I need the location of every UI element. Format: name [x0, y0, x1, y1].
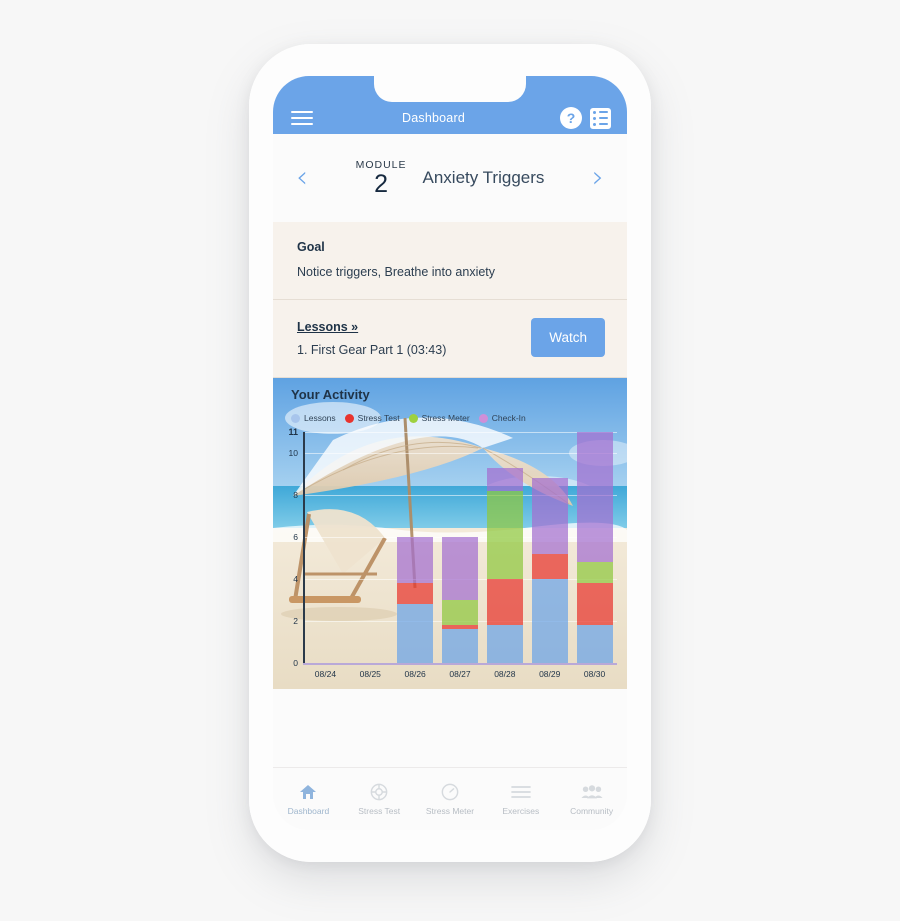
chart-bar[interactable]: [397, 537, 434, 663]
legend-item-stress-meter: Stress Meter: [408, 413, 470, 423]
chart-bar-segment: [576, 583, 613, 626]
chart-bar-segment: [397, 604, 434, 663]
chart-bar-segment: [397, 537, 434, 584]
help-glyph: ?: [566, 110, 576, 126]
legend-item-lessons: Lessons: [291, 413, 336, 423]
goal-text: Notice triggers, Breathe into anxiety: [297, 265, 496, 279]
chart-y-tick-label: 8: [293, 490, 298, 500]
chart-y-tick-label: 0: [293, 658, 298, 668]
chart-bar-segment: [531, 478, 568, 554]
legend-label: Check-In: [491, 413, 526, 423]
chart-bar-segment: [576, 432, 613, 563]
chart-y-tick-label: 11: [288, 427, 298, 437]
nav-label: Dashboard: [287, 805, 330, 816]
chart-bar-segment: [486, 579, 523, 626]
list-lines-icon: [510, 783, 531, 801]
nav-label: Stress Meter: [425, 805, 475, 816]
chart-x-tick-label: 08/26: [404, 669, 426, 679]
chart-x-tick-label: 08/25: [359, 669, 381, 679]
chart-bar[interactable]: [442, 537, 478, 663]
nav-label: Community: [570, 805, 614, 816]
people-group-icon: [581, 783, 603, 801]
lessons-section: Lessons » 1. First Gear Part 1 (03:43) W…: [273, 300, 627, 378]
chart-bar-segment: [486, 625, 523, 663]
goal-heading: Goal: [297, 240, 325, 254]
chart-bar[interactable]: [531, 478, 568, 663]
nav-item-stress-meter[interactable]: Stress Meter: [415, 783, 486, 816]
chart-bar-segment: [576, 562, 613, 584]
chart-gridline: [303, 453, 617, 454]
nav-item-stress-test[interactable]: Stress Test: [344, 783, 415, 816]
chart-x-tick-label: 08/28: [494, 669, 516, 679]
list-icon[interactable]: [590, 107, 611, 129]
app-bar: Dashboard ?: [273, 76, 627, 134]
legend-dot-icon: [344, 413, 354, 423]
module-selector: ‹ MODULE 2 Anxiety Triggers ›: [273, 134, 627, 222]
chart-bar-segment: [486, 467, 523, 491]
next-module-button[interactable]: ›: [585, 163, 611, 193]
goal-section: Goal Notice triggers, Breathe into anxie…: [273, 222, 627, 300]
app-bar-title: Dashboard: [402, 111, 465, 125]
previous-module-button[interactable]: ‹: [289, 163, 315, 193]
lifebuoy-icon: [370, 783, 388, 801]
legend-item-stress-test: Stress Test: [344, 413, 400, 423]
chart-gridline: [303, 495, 617, 496]
chart-bar-segment: [531, 579, 568, 663]
chart-title: Your Activity: [291, 387, 370, 402]
chart-bar[interactable]: [486, 467, 523, 663]
phone-notch: [374, 76, 526, 102]
nav-label: Exercises: [502, 805, 540, 816]
chart-x-axis: [303, 663, 617, 665]
chart-bar-segment: [576, 625, 613, 663]
phone-frame: Dashboard ? ‹ MODULE 2 Anxiety Triggers …: [249, 44, 651, 862]
legend-dot-icon: [408, 413, 418, 423]
lessons-link[interactable]: Lessons »: [297, 320, 358, 334]
chart-legend: Lessons Stress Test Stress Meter Check-I…: [291, 413, 526, 423]
module-number: 2: [374, 169, 388, 198]
nav-item-dashboard[interactable]: Dashboard: [273, 783, 344, 816]
chart-y-tick-label: 2: [293, 616, 298, 626]
gauge-icon: [441, 783, 459, 801]
nav-item-exercises[interactable]: Exercises: [485, 783, 556, 816]
nav-item-community[interactable]: Community: [556, 783, 627, 816]
legend-dot-icon: [478, 413, 488, 423]
chart-bar-segment: [397, 583, 434, 605]
chart-bar-segment: [442, 537, 478, 600]
chart-y-axis: [303, 432, 305, 663]
phone-screen: Dashboard ? ‹ MODULE 2 Anxiety Triggers …: [273, 76, 627, 830]
chart-bar-segment: [442, 625, 478, 630]
chart-x-tick-label: 08/24: [314, 669, 337, 679]
legend-label: Lessons: [304, 413, 336, 423]
chart-bar-segment: [531, 553, 568, 579]
legend-item-check-in: Check-In: [478, 413, 526, 423]
chart-x-tick-label: 08/29: [539, 669, 561, 679]
chart-bar[interactable]: [576, 432, 613, 663]
chart-bar-segment: [442, 629, 478, 663]
watch-button[interactable]: Watch: [531, 318, 605, 357]
chart-bar-segment: [442, 600, 478, 626]
module-title: Anxiety Triggers: [422, 168, 545, 187]
legend-label: Stress Meter: [421, 413, 470, 423]
chart-y-tick-label: 10: [288, 448, 298, 458]
chart-y-tick-label: 6: [293, 532, 298, 542]
chart-y-tick-label: 4: [293, 574, 298, 584]
lesson-item[interactable]: 1. First Gear Part 1 (03:43): [297, 343, 446, 357]
chart-x-tick-label: 08/27: [449, 669, 471, 679]
nav-label: Stress Test: [358, 805, 401, 816]
chart-bar-segment: [486, 490, 523, 579]
legend-dot-icon: [291, 413, 300, 423]
chart-gridline: [303, 432, 617, 433]
legend-label: Stress Test: [357, 413, 400, 423]
chart-x-tick-label: 08/30: [583, 669, 606, 679]
bottom-navigation: Dashboard Stress Test Stress Meter Exerc…: [273, 767, 627, 830]
home-icon: [299, 783, 317, 801]
activity-chart-section: Your Activity Lessons Stress Test Stress…: [273, 378, 627, 689]
help-icon[interactable]: ?: [560, 107, 582, 129]
chart-plot-area: 0 2 4 6 8 10 11 08/24 08/25 08/26 08/27 08/28 08/29 0…: [273, 378, 627, 689]
module-card: Goal Notice triggers, Breathe into anxie…: [273, 222, 627, 378]
